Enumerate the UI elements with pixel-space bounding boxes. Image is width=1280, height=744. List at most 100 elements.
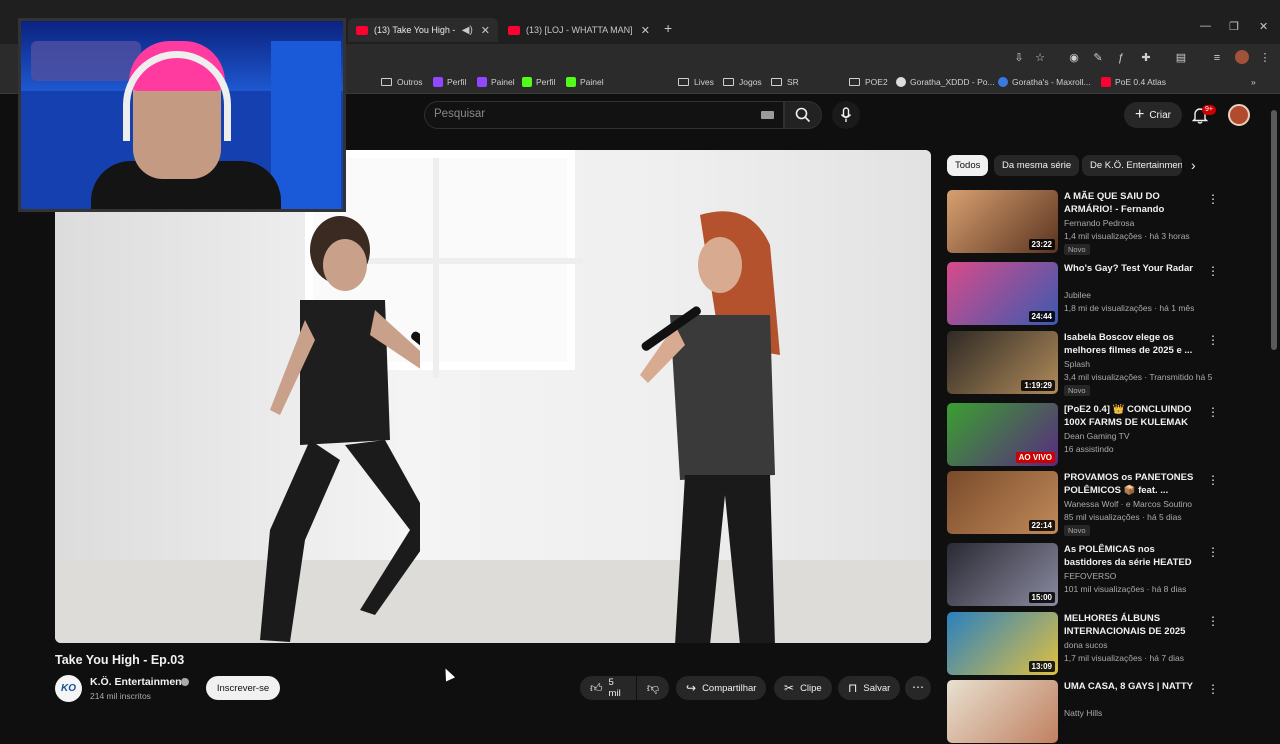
bookmark-folder[interactable]: SR <box>771 77 799 87</box>
chip-todos[interactable]: Todos <box>947 155 989 176</box>
rec-channel[interactable]: Dean Gaming TV <box>1064 431 1130 441</box>
video-thumbnail[interactable]: 13:09 <box>947 612 1058 675</box>
list-item[interactable]: 24:44 Who's Gay? Test Your Radar Jubilee 1,… <box>947 262 1227 326</box>
more-vert-icon[interactable]: ⋮ <box>1207 473 1219 487</box>
list-item[interactable]: UMA CASA, 8 GAYS | NATTY Natty Hills ⋮ <box>947 680 1227 744</box>
puzzle-icon[interactable]: ✚ <box>1139 51 1153 65</box>
chevron-right-icon[interactable]: › <box>1191 157 1196 173</box>
bookmark[interactable]: Goratha's - Maxroll... <box>998 77 1091 87</box>
browser-profile-avatar[interactable] <box>1235 50 1249 64</box>
bookmark[interactable]: Perfil <box>433 77 466 87</box>
keyboard-icon[interactable] <box>761 111 774 119</box>
rec-title[interactable]: MELHORES ÁLBUNS INTERNACIONAIS DE 2025 <box>1064 612 1202 638</box>
bookmark-folder[interactable]: Outros <box>381 77 423 87</box>
close-tab-icon[interactable]: ✕ <box>641 24 650 37</box>
video-thumbnail[interactable]: 22:14 <box>947 471 1058 534</box>
rec-title[interactable]: Isabela Boscov elege os melhores filmes … <box>1064 331 1202 357</box>
channel-name[interactable]: K.Ö. Entertainment <box>90 676 185 688</box>
rec-channel[interactable]: Fernando Pedrosa <box>1064 218 1134 228</box>
save-button[interactable]: ⊓ Salvar <box>838 676 901 700</box>
video-thumbnail[interactable]: 1:19:29 <box>947 331 1058 394</box>
scrollbar[interactable] <box>1271 110 1277 350</box>
new-tab-icon[interactable]: + <box>664 20 672 36</box>
video-thumbnail[interactable]: 24:44 <box>947 262 1058 325</box>
rec-title[interactable]: As POLÊMICAS nos bastidores da série HEA… <box>1064 543 1202 570</box>
rec-channel[interactable]: Splash <box>1064 359 1090 369</box>
bookmark-folder[interactable]: Jogos <box>723 77 762 87</box>
bookmark-folder[interactable]: POE2 <box>849 77 888 87</box>
like-button[interactable]: 👍︎ 5 mil <box>580 676 636 700</box>
more-vert-icon[interactable]: ⋮ <box>1207 264 1219 278</box>
list-item[interactable]: 1:19:29 Isabela Boscov elege os melhores … <box>947 331 1227 396</box>
install-app-icon[interactable]: ⇩ <box>1012 51 1026 65</box>
channel-avatar[interactable]: KO <box>55 675 82 702</box>
rec-channel[interactable]: Wanessa Wolf · e Marcos Soutino <box>1064 499 1192 509</box>
rec-channel[interactable]: Natty Hills <box>1064 708 1102 718</box>
site-icon <box>896 77 906 87</box>
minimize-icon[interactable]: — <box>1200 20 1211 32</box>
extension-icon[interactable]: ◉ <box>1067 51 1081 65</box>
rec-title[interactable]: [PoE2 0.4] 👑 CONCLUINDO 100X FARMS DE KU… <box>1064 403 1202 430</box>
sidebar-icon[interactable]: ▤ <box>1174 51 1188 65</box>
bookmark-star-icon[interactable]: ☆ <box>1033 51 1047 65</box>
bookmark[interactable]: Goratha_XDDD - Po... <box>896 77 995 87</box>
close-tab-icon[interactable]: ✕ <box>481 24 490 37</box>
rec-channel[interactable]: FEFOVERSO <box>1064 571 1116 581</box>
bookmark[interactable]: Painel <box>566 77 604 87</box>
voice-search-button[interactable] <box>832 101 860 129</box>
bookmark[interactable]: Perfil <box>522 77 555 87</box>
like-count: 5 mil <box>608 677 621 699</box>
bookmark[interactable]: PoE 0.4 Atlas <box>1101 77 1166 87</box>
twitch-icon <box>433 77 443 87</box>
list-item[interactable]: 13:09 MELHORES ÁLBUNS INTERNACIONAIS DE 2… <box>947 612 1227 676</box>
list-item[interactable]: 22:14 PROVAMOS os PANETONES POLÊMICOS 📦 f… <box>947 471 1227 536</box>
browser-tab[interactable]: (13) [LOJ - WHATTA MAN] Con ✕ <box>500 18 658 42</box>
close-window-icon[interactable]: ✕ <box>1259 20 1268 33</box>
rec-title[interactable]: UMA CASA, 8 GAYS | NATTY <box>1064 680 1202 693</box>
rec-title[interactable]: Who's Gay? Test Your Radar <box>1064 262 1202 275</box>
dislike-button[interactable]: 👎︎ <box>637 676 669 700</box>
video-thumbnail[interactable] <box>947 680 1058 743</box>
rec-channel[interactable]: dona sucos <box>1064 640 1107 650</box>
browser-tab-active[interactable]: (13) Take You High - Ep.03 ◀) ✕ <box>348 18 498 42</box>
chip-same-series[interactable]: Da mesma série <box>994 155 1080 176</box>
duration-badge: 24:44 <box>1028 311 1055 322</box>
rec-title[interactable]: A MÃE QUE SAIU DO ARMÁRIO! - Fernando Pe… <box>1064 190 1202 217</box>
more-actions-button[interactable]: ⋯ <box>905 676 931 700</box>
rec-title[interactable]: PROVAMOS os PANETONES POLÊMICOS 📦 feat. … <box>1064 471 1202 497</box>
pen-extension-icon[interactable]: ✎ <box>1091 51 1105 65</box>
media-control-icon[interactable]: ≡ <box>1210 51 1224 65</box>
bookmark[interactable]: Painel <box>477 77 515 87</box>
more-vert-icon[interactable]: ⋮ <box>1207 333 1219 347</box>
more-vert-icon[interactable]: ⋮ <box>1207 192 1219 206</box>
list-item[interactable]: 15:00 As POLÊMICAS nos bastidores da séri… <box>947 543 1227 607</box>
create-button[interactable]: + Criar <box>1124 102 1182 128</box>
video-thumbnail[interactable]: AO VIVO <box>947 403 1058 466</box>
more-vert-icon[interactable]: ⋮ <box>1207 545 1219 559</box>
subscribe-button[interactable]: Inscrever-se <box>206 676 280 700</box>
function-extension-icon[interactable]: ƒ <box>1114 51 1128 65</box>
chip-channel[interactable]: De K.Ö. Entertainmen <box>1082 155 1182 176</box>
more-bookmarks-icon[interactable]: » <box>1251 77 1256 87</box>
search-button[interactable] <box>784 101 822 129</box>
share-button[interactable]: ↪ Compartilhar <box>676 676 767 700</box>
list-item[interactable]: AO VIVO [PoE2 0.4] 👑 CONCLUINDO 100X FARM… <box>947 403 1227 467</box>
restore-icon[interactable]: ❐ <box>1229 20 1239 33</box>
video-player[interactable] <box>55 150 931 643</box>
clip-button[interactable]: ✂ Clipe <box>774 676 832 700</box>
more-vert-icon[interactable]: ⋮ <box>1207 405 1219 419</box>
share-icon: ↪ <box>686 681 697 695</box>
speaker-icon[interactable]: ◀) <box>462 25 473 36</box>
duration-badge: 13:09 <box>1028 661 1055 672</box>
video-thumbnail[interactable]: 23:22 <box>947 190 1058 253</box>
more-vert-icon[interactable]: ⋮ <box>1207 614 1219 628</box>
avatar[interactable] <box>1228 104 1250 126</box>
clip-label: Clipe <box>800 682 822 694</box>
video-thumbnail[interactable]: 15:00 <box>947 543 1058 606</box>
bookmark-folder[interactable]: Lives <box>678 77 714 87</box>
more-vert-icon[interactable]: ⋮ <box>1207 682 1219 696</box>
rec-channel[interactable]: Jubilee <box>1064 290 1091 300</box>
duration-badge: 22:14 <box>1028 520 1055 531</box>
menu-kebab-icon[interactable]: ⋮ <box>1258 51 1272 65</box>
list-item[interactable]: 23:22 A MÃE QUE SAIU DO ARMÁRIO! - Fernan… <box>947 190 1227 255</box>
